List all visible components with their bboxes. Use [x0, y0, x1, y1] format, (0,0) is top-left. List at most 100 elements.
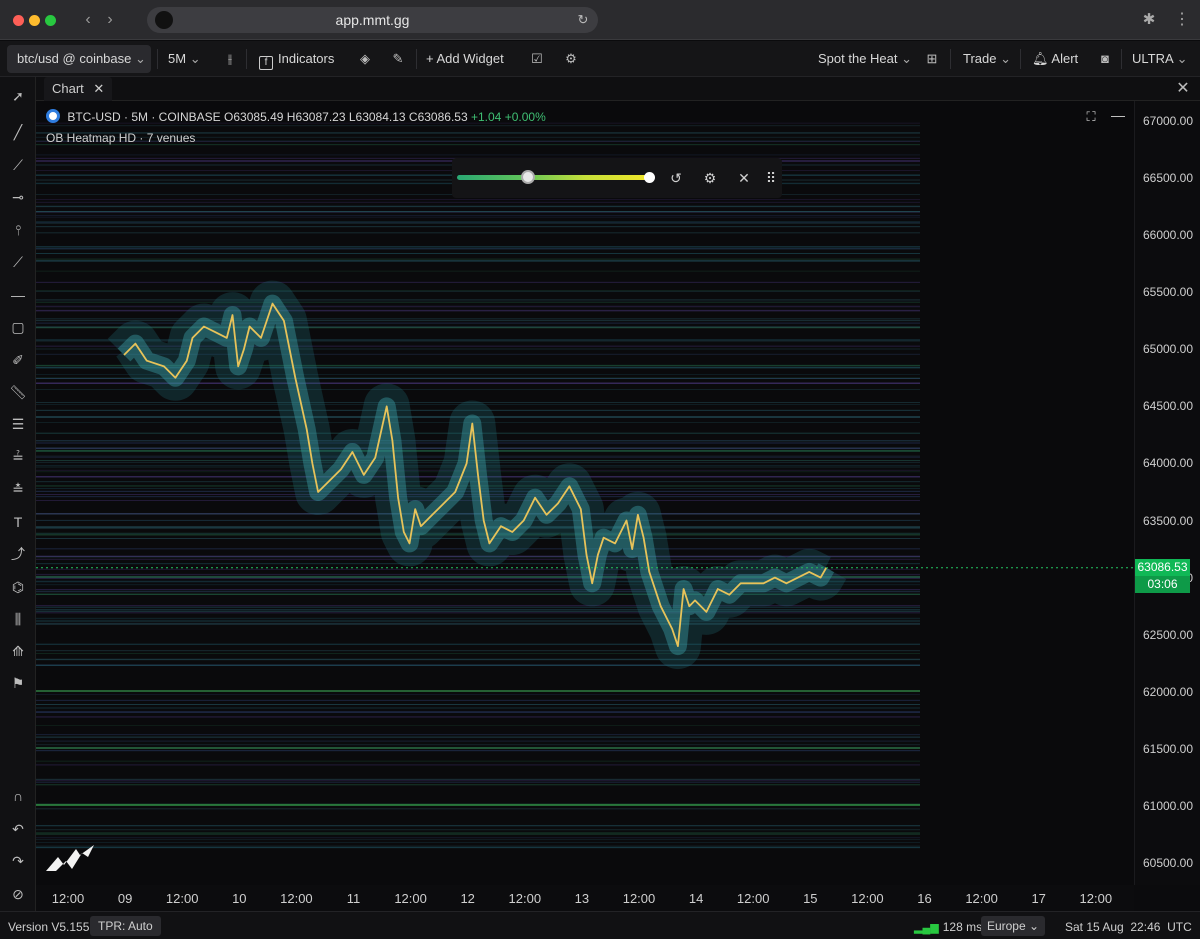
last-price-value: 63086.53	[1137, 559, 1188, 574]
window-minimize-button[interactable]	[29, 15, 40, 26]
path-icon[interactable]: ⤴	[7, 543, 29, 565]
heat-intensity-widget: ↺ ⚙ ✕ ⠿	[452, 158, 782, 198]
price-tick-label: 61000.00	[1142, 798, 1194, 813]
time-tick-label: 12:00	[165, 891, 199, 906]
fib-extension-icon[interactable]: ≛	[7, 478, 29, 500]
ray-icon[interactable]: ⟋	[7, 154, 29, 176]
close-icon[interactable]: ✕	[93, 81, 104, 96]
camera-icon[interactable]: ◙	[1094, 45, 1116, 73]
cursor-icon[interactable]: ➚	[7, 85, 29, 107]
time-tick-label: 12:00	[394, 891, 427, 906]
checkbox-icon[interactable]: ☑	[526, 45, 548, 73]
parallel-lines-icon[interactable]: ☰	[7, 413, 29, 435]
browser-menu-icon[interactable]: ⋮	[1172, 9, 1192, 31]
latency-indicator: ▂▄▆ 128 ms	[914, 920, 983, 934]
tab-chart[interactable]: Chart ✕	[44, 77, 113, 101]
ruler-icon[interactable]: 📏︎	[7, 381, 29, 403]
text-icon[interactable]: T	[7, 511, 29, 533]
orderbook-heatmap[interactable]	[36, 101, 1134, 885]
time-tick-label: 12:00	[851, 891, 884, 906]
heat-slider-max-handle[interactable]	[644, 172, 655, 183]
region-selector[interactable]: Europe ⌄	[981, 916, 1045, 936]
redo-icon[interactable]: ↷	[7, 850, 29, 872]
chart-legend: BTC-USD · 5M · COINBASE O63085.49 H63087…	[46, 109, 546, 124]
spot-the-heat-menu[interactable]: Spot the Heat ⌄	[818, 45, 912, 73]
drawing-toolbar: ➚ ╱ ⟋ ⊸ ⫯ ⟋ — ▢ ✐ 📏︎ ☰ ≟ ≛ T ⤴ ⌬ ⫼ ⟰ ⚑ ∩…	[0, 77, 36, 911]
indicators-button[interactable]: f Indicators	[259, 45, 334, 73]
pattern-icon[interactable]: ⌬	[7, 576, 29, 598]
add-widget-button[interactable]: + Add Widget	[426, 45, 504, 73]
plan-label: ULTRA	[1132, 51, 1173, 66]
fullscreen-icon[interactable]: ⛶	[1083, 109, 1099, 125]
hide-drawings-icon[interactable]: ⊘	[7, 883, 29, 905]
price-tick-label: 64000.00	[1142, 456, 1194, 471]
layers-icon[interactable]: ◈	[354, 45, 376, 73]
price-axis[interactable]: 67000.00 66500.00 66000.00 65500.00 65000.00…	[1134, 101, 1200, 885]
clock-label: Sat 15 Aug 22:46 UTC	[1065, 920, 1192, 934]
chevron-down-icon: ⌄	[135, 51, 146, 66]
trade-menu[interactable]: Trade ⌄	[963, 45, 1011, 73]
spike-icon[interactable]: ⟰	[7, 640, 29, 662]
add-widget-label: + Add Widget	[426, 51, 504, 66]
fib-retracement-icon[interactable]: ≟	[7, 446, 29, 468]
address-bar[interactable]: app.mmt.gg ↻	[147, 7, 598, 33]
version-label: Version V5.155	[8, 920, 90, 934]
extended-line-icon[interactable]: ⟋	[7, 251, 29, 273]
extensions-icon[interactable]: ✱	[1138, 9, 1160, 31]
time-tick-label: 12:00	[508, 891, 542, 906]
magnet-icon[interactable]: ∩	[7, 785, 29, 807]
signal-icon: ▂▄▆	[914, 922, 939, 934]
timeframe-selector[interactable]: 5M ⌄	[168, 45, 201, 73]
time-axis[interactable]: 12:00 09 12:00 10 12:00 11 12:00 12 12:00 13 12:00…	[36, 885, 1134, 911]
position-icon[interactable]: ⚑	[7, 672, 29, 694]
close-panel-icon[interactable]: ✕	[1174, 79, 1192, 99]
price-tick-label: 62000.00	[1142, 684, 1194, 699]
time-tick-label: 12:00	[736, 891, 770, 906]
undo-icon[interactable]: ↶	[7, 818, 29, 840]
window-maximize-button[interactable]	[45, 15, 56, 26]
symbol-label: btc/usd @ coinbase	[17, 51, 132, 66]
legend-change-pct: +0.00%	[504, 110, 546, 124]
chart-type-icon[interactable]: ⫲	[219, 45, 241, 73]
chart-area[interactable]: BTC-USD · 5M · COINBASE O63085.49 H63087…	[36, 101, 1134, 885]
horizontal-ray-icon[interactable]: ⊸	[7, 186, 29, 208]
settings-icon[interactable]: ⚙	[560, 45, 582, 73]
brush-icon[interactable]: ✐	[7, 349, 29, 371]
price-tick-label: 63500.00	[1142, 513, 1194, 528]
trend-line-icon[interactable]: ╱	[7, 121, 29, 143]
window-close-button[interactable]	[13, 15, 24, 26]
legend-open: O63085.49	[224, 110, 284, 124]
tab-chart-label: Chart	[52, 81, 84, 96]
reset-icon[interactable]: ↺	[666, 168, 686, 188]
layout-grid-icon[interactable]: ⊞	[921, 45, 943, 73]
indicator-label[interactable]: OB Heatmap HD · 7 venues	[46, 131, 195, 145]
tpr-button[interactable]: TPR: Auto	[90, 916, 161, 936]
vertical-line-icon[interactable]: ⫯	[7, 219, 29, 241]
heat-slider-handle[interactable]	[521, 170, 536, 184]
chart-toolbar: btc/usd @ coinbase ⌄ 5M ⌄ ⫲ f Indicators …	[0, 41, 1200, 77]
back-icon[interactable]: ‹	[78, 10, 98, 30]
close-icon[interactable]: ✕	[734, 168, 754, 188]
time-tick-label: 13	[574, 891, 590, 906]
rectangle-icon[interactable]: ▢	[7, 316, 29, 338]
url-text: app.mmt.gg	[335, 12, 410, 28]
heat-slider-track[interactable]	[457, 175, 650, 180]
settings-icon[interactable]: ⚙	[700, 168, 720, 188]
alert-button[interactable]: 🔔︎ Alert	[1032, 45, 1078, 73]
last-price-tag: 63086.53 03:06	[1135, 558, 1190, 593]
time-tick-label: 12:00	[965, 891, 998, 906]
price-tick-label: 65500.00	[1142, 285, 1194, 300]
plan-menu[interactable]: ULTRA ⌄	[1132, 45, 1187, 73]
reload-icon[interactable]: ↻	[574, 11, 592, 29]
symbol-selector[interactable]: btc/usd @ coinbase ⌄	[7, 45, 151, 73]
pencil-icon[interactable]: ✎	[387, 45, 409, 73]
time-tick-label: 17	[1031, 891, 1046, 906]
drag-handle-icon[interactable]: ⠿	[761, 168, 781, 188]
minimize-icon[interactable]: —	[1110, 107, 1126, 123]
horizontal-line-icon[interactable]: —	[7, 284, 29, 306]
price-tick-label: 66000.00	[1142, 228, 1194, 243]
volume-profile-icon[interactable]: ⫼	[7, 608, 29, 630]
mmt-logo-icon	[46, 845, 94, 871]
forward-icon[interactable]: ›	[100, 10, 120, 30]
bell-icon: 🔔︎	[1032, 51, 1049, 66]
